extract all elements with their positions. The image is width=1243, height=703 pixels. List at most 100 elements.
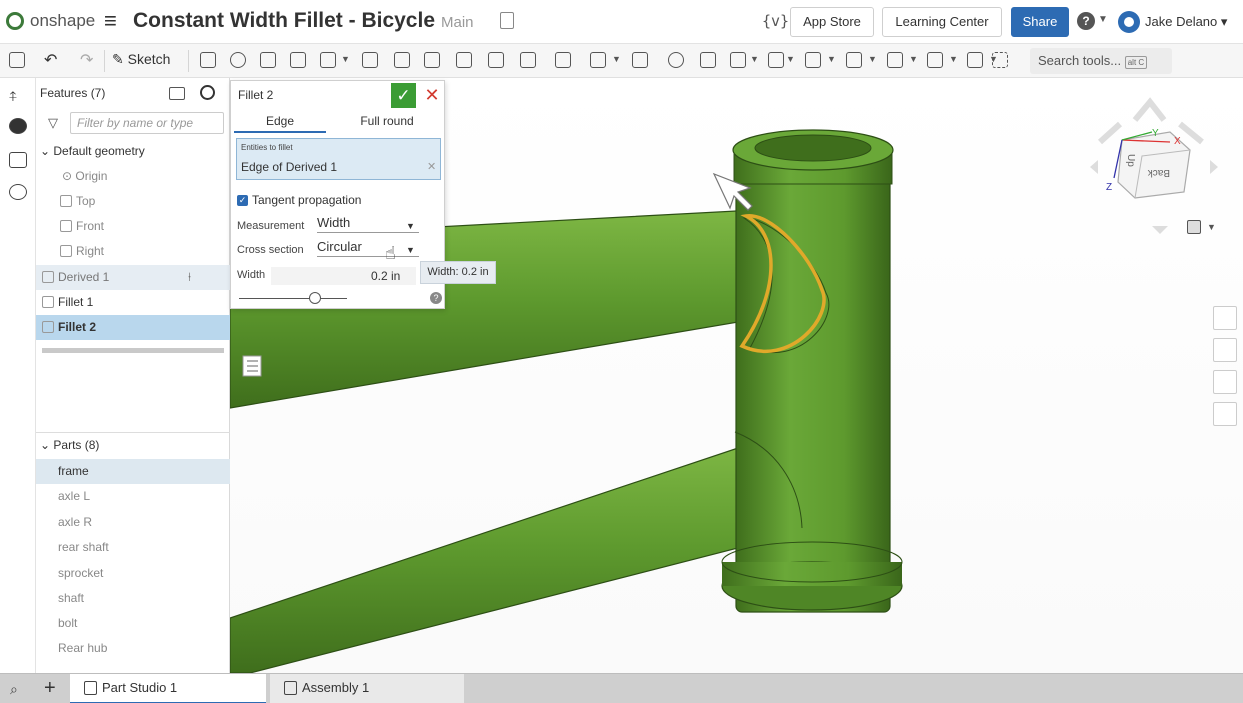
split-icon[interactable]	[700, 52, 716, 68]
measurement-select[interactable]: Width	[317, 215, 419, 233]
branch-label[interactable]: Main	[441, 14, 474, 31]
chevron-down-icon[interactable]: ▼	[750, 54, 760, 70]
draft-icon[interactable]	[424, 52, 440, 68]
user-name[interactable]: Jake Delano ▾	[1145, 14, 1227, 30]
rollback-timer-icon[interactable]	[200, 85, 215, 100]
part-item[interactable]: sprocket	[36, 561, 230, 586]
learning-center-button[interactable]: Learning Center	[882, 7, 1002, 37]
entities-selection-box[interactable]: Entities to fillet Edge of Derived 1 ✕	[236, 138, 441, 180]
tree-item-fillet-1[interactable]: Fillet 1	[36, 290, 230, 315]
loft-icon[interactable]	[290, 52, 306, 68]
document-title[interactable]: Constant Width Fillet - Bicycle	[133, 9, 435, 33]
tree-item-top[interactable]: Top	[36, 189, 230, 214]
chevron-down-icon[interactable]: ▼	[341, 54, 351, 70]
part-item[interactable]: axle L	[36, 484, 230, 509]
tree-group-default-geometry[interactable]: ⌄ Default geometry	[36, 139, 230, 164]
tree-item-fillet-2[interactable]: Fillet 2	[36, 315, 230, 340]
thicken-icon[interactable]	[320, 52, 336, 68]
tab-search-icon[interactable]: ⌕	[10, 681, 18, 698]
add-folder-icon[interactable]	[169, 87, 185, 100]
tree-item-right[interactable]: Right	[36, 239, 230, 264]
tree-group-parts[interactable]: ⌄ Parts (8)	[36, 433, 230, 458]
undo-icon[interactable]: ↶	[44, 50, 57, 70]
feature-filter-input[interactable]: Filter by name or type	[70, 112, 224, 134]
transform-icon[interactable]	[730, 52, 746, 68]
view-options-icon[interactable]	[1187, 220, 1201, 234]
down-tube[interactable]	[230, 443, 809, 673]
variable-table-icon[interactable]	[1213, 402, 1237, 426]
configuration-icon[interactable]	[9, 152, 27, 168]
cross-section-select[interactable]: Circular	[317, 239, 419, 257]
feature-tree-toggle-icon[interactable]	[9, 52, 25, 68]
entity-chip[interactable]: Edge of Derived 1	[241, 160, 337, 174]
tree-item-origin[interactable]: ⊙ Origin	[36, 164, 230, 189]
chevron-down-icon[interactable]: ▼	[612, 54, 622, 70]
add-custom-feature-icon[interactable]	[992, 52, 1008, 68]
rib-icon[interactable]	[456, 52, 472, 68]
variables-icon[interactable]: {v}	[762, 12, 789, 30]
pattern-icon[interactable]	[590, 52, 606, 68]
chevron-down-icon[interactable]: ▼	[909, 54, 919, 70]
chevron-down-icon[interactable]: ▼	[1207, 222, 1216, 232]
appearance-icon[interactable]	[1213, 306, 1237, 330]
share-button[interactable]: Share	[1011, 7, 1069, 37]
chevron-down-icon[interactable]: ▼	[868, 54, 878, 70]
chevron-down-icon[interactable]: ▼	[786, 54, 796, 70]
width-slider-track[interactable]	[239, 298, 347, 299]
search-tools-input[interactable]: Search tools... alt C	[1030, 48, 1172, 74]
help-icon[interactable]: ?	[430, 292, 442, 304]
document-info-icon[interactable]	[500, 12, 514, 29]
mirror-icon[interactable]	[632, 52, 648, 68]
part-item[interactable]: axle R	[36, 510, 230, 535]
tab-full-round[interactable]: Full round	[341, 111, 433, 133]
remove-entity-icon[interactable]: ✕	[427, 160, 436, 173]
filter-icon[interactable]: ▽	[48, 115, 58, 131]
revolve-icon[interactable]	[230, 52, 246, 68]
tree-item-front[interactable]: Front	[36, 214, 230, 239]
chevron-down-icon[interactable]: ▼	[406, 245, 415, 255]
frame-icon[interactable]	[967, 52, 983, 68]
modify-fillet-icon[interactable]	[805, 52, 821, 68]
boolean-icon[interactable]	[668, 52, 684, 68]
history-icon[interactable]	[9, 184, 27, 200]
rollback-bar-icon[interactable]: ⍿	[188, 265, 191, 290]
shell-icon[interactable]	[488, 52, 504, 68]
width-slider-handle[interactable]	[309, 292, 321, 304]
chevron-down-icon[interactable]: ▼	[406, 221, 415, 231]
fillet-icon[interactable]	[362, 52, 378, 68]
mate-connector-icon[interactable]	[887, 52, 903, 68]
tree-item-derived-1[interactable]: Derived 1 ⍿	[36, 265, 230, 290]
width-value[interactable]: 0.2 in	[371, 269, 400, 283]
app-store-button[interactable]: App Store	[790, 7, 874, 37]
thread-icon[interactable]	[555, 52, 571, 68]
onshape-logo-icon[interactable]	[6, 12, 24, 30]
part-item[interactable]: rear shaft	[36, 535, 230, 560]
sketch-button[interactable]: ✎ Sketch	[112, 51, 170, 68]
part-item[interactable]: bolt	[36, 611, 230, 636]
part-item[interactable]: shaft	[36, 586, 230, 611]
named-views-icon[interactable]	[1213, 338, 1237, 362]
chevron-down-icon[interactable]: ▼	[827, 54, 837, 70]
help-icon[interactable]: ?	[1077, 12, 1095, 30]
plane-icon[interactable]	[846, 52, 862, 68]
accept-button[interactable]: ✓	[391, 83, 416, 108]
tab-assembly-1[interactable]: Assembly 1	[270, 674, 464, 703]
comment-icon[interactable]	[9, 118, 27, 134]
part-item[interactable]: frame	[36, 459, 230, 484]
hamburger-icon[interactable]: ≡	[104, 8, 117, 34]
chevron-down-icon[interactable]: ▼	[949, 54, 959, 70]
view-cube[interactable]: Up Back X Y Z	[1080, 92, 1230, 242]
tangent-propagation-checkbox[interactable]: ✓	[237, 195, 248, 206]
extrude-icon[interactable]	[200, 52, 216, 68]
cancel-button[interactable]: ✕	[423, 83, 441, 108]
tab-edge[interactable]: Edge	[234, 111, 326, 133]
chevron-down-icon[interactable]: ▼	[1098, 14, 1108, 25]
hole-icon[interactable]	[520, 52, 536, 68]
sheet-metal-icon[interactable]	[927, 52, 943, 68]
delete-part-icon[interactable]	[768, 52, 784, 68]
avatar[interactable]	[1118, 11, 1140, 33]
add-feature-icon[interactable]: ⍏	[9, 88, 27, 104]
mass-properties-icon[interactable]	[1213, 370, 1237, 394]
chamfer-icon[interactable]	[394, 52, 410, 68]
feature-list-toggle-icon[interactable]	[242, 355, 262, 377]
